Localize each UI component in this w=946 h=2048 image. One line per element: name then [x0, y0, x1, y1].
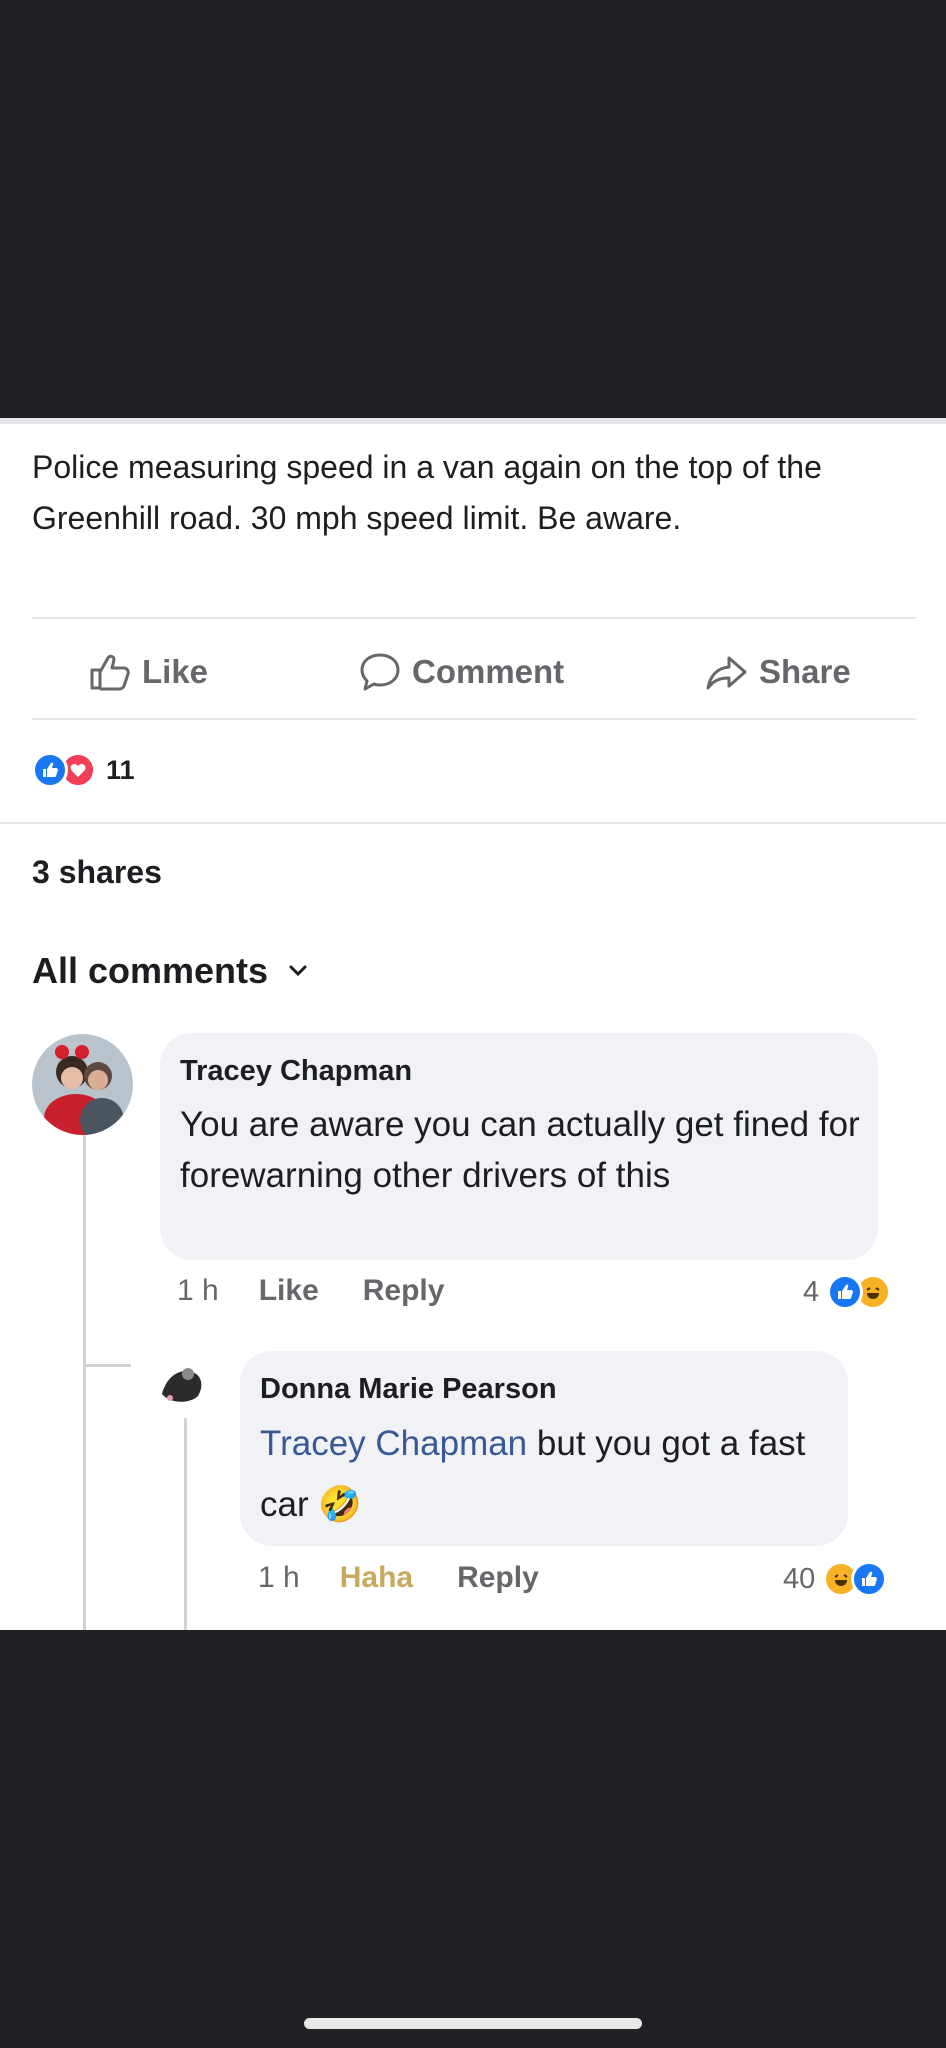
- avatar[interactable]: [156, 1354, 209, 1407]
- reply-actions: 1 h Haha Reply: [258, 1561, 583, 1595]
- reply-reaction-count: 40: [783, 1562, 816, 1595]
- reply-haha-button[interactable]: Haha: [340, 1561, 413, 1595]
- rolling-laughing-emoji: 🤣: [318, 1485, 362, 1524]
- comments-filter-label: All comments: [32, 950, 269, 991]
- like-reaction-icon: [32, 752, 68, 788]
- comment-label: Comment: [412, 653, 565, 690]
- thumbs-up-icon: [90, 654, 130, 691]
- post-text: Police measuring speed in a van again on…: [32, 449, 822, 536]
- comment-reaction-count: 4: [803, 1275, 820, 1308]
- comment-reaction-summary[interactable]: 4: [803, 1274, 892, 1310]
- reply-text: Tracey Chapman but you got a fast car 🤣: [260, 1413, 840, 1535]
- mention-link[interactable]: Tracey Chapman: [260, 1424, 527, 1463]
- reaction-count: 11: [106, 754, 135, 785]
- reactions-summary[interactable]: 11: [32, 752, 135, 788]
- comment-like-button[interactable]: Like: [259, 1274, 319, 1308]
- divider: [32, 617, 916, 619]
- comment-author[interactable]: Tracey Chapman: [180, 1055, 412, 1088]
- share-arrow-icon: [706, 656, 747, 690]
- divider: [32, 718, 916, 720]
- comment-bubble: Tracey Chapman You are aware you can act…: [160, 1033, 878, 1260]
- shares-count[interactable]: 3 shares: [32, 854, 162, 891]
- reply-reply-button[interactable]: Reply: [457, 1561, 539, 1595]
- comment-button[interactable]: Comment: [358, 650, 564, 694]
- reply-time[interactable]: 1 h: [258, 1561, 300, 1595]
- reply-bubble: Donna Marie Pearson Tracey Chapman but y…: [240, 1351, 848, 1546]
- like-button[interactable]: Like: [88, 650, 208, 694]
- thread-connector: [83, 1364, 131, 1367]
- share-label: Share: [759, 653, 851, 690]
- share-button[interactable]: Share: [705, 650, 851, 694]
- chevron-down-icon: [289, 965, 307, 977]
- like-label: Like: [142, 653, 209, 690]
- like-reaction-icon: [827, 1274, 864, 1310]
- home-indicator[interactable]: [304, 2018, 642, 2029]
- reply-reaction-summary[interactable]: 40: [783, 1561, 888, 1597]
- comment-text: You are aware you can actually get fined…: [180, 1105, 860, 1195]
- like-reaction-icon: [851, 1561, 888, 1597]
- avatar[interactable]: [32, 1034, 133, 1135]
- reply-author[interactable]: Donna Marie Pearson: [260, 1373, 557, 1406]
- comment-time[interactable]: 1 h: [177, 1274, 219, 1308]
- comment-actions: 1 h Like Reply: [177, 1274, 488, 1308]
- panel-top-edge: [0, 418, 946, 424]
- thread-line: [83, 1135, 86, 1630]
- comment-bubble-icon: [360, 653, 400, 691]
- divider: [0, 822, 946, 824]
- comments-filter-dropdown[interactable]: All comments: [32, 950, 310, 992]
- comment-reply-button[interactable]: Reply: [363, 1274, 445, 1308]
- thread-line: [184, 1418, 187, 1630]
